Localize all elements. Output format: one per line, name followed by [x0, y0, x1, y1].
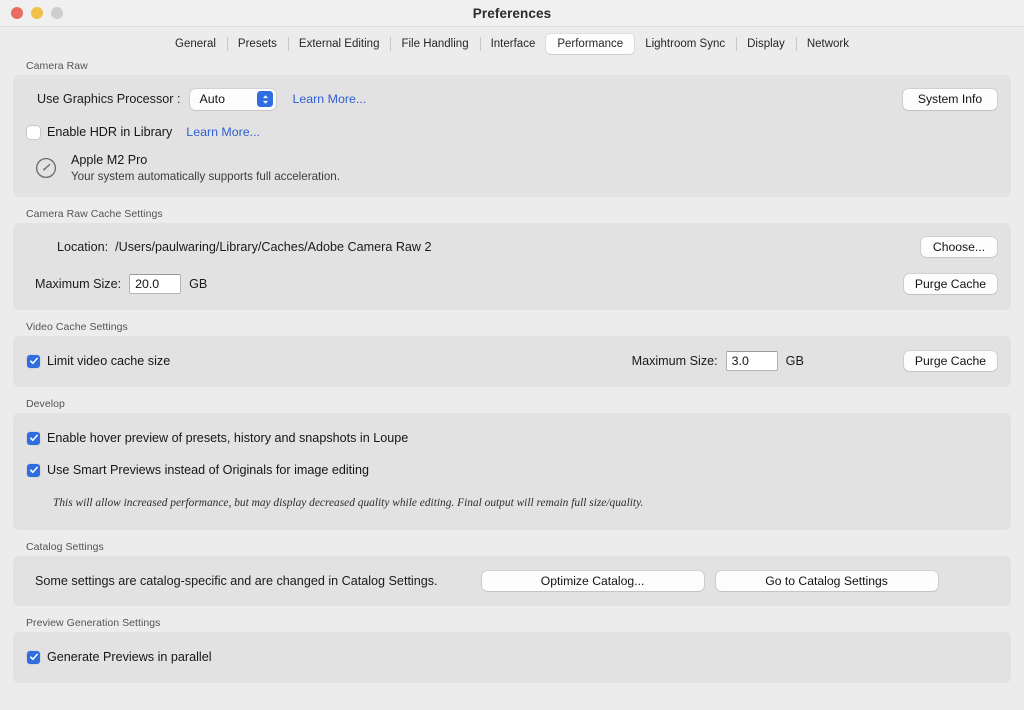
smart-previews-label: Use Smart Previews instead of Originals … — [47, 463, 369, 477]
catalog-settings-panel: Some settings are catalog-specific and a… — [13, 556, 1011, 606]
section-title-camera-raw-cache: Camera Raw Cache Settings — [13, 208, 1011, 223]
tab-interface[interactable]: Interface — [480, 34, 547, 54]
develop-panel: Enable hover preview of presets, history… — [13, 413, 1011, 530]
hdr-checkbox[interactable] — [27, 126, 40, 139]
graphics-processor-select[interactable]: Auto — [190, 89, 276, 110]
minimize-button[interactable] — [31, 7, 43, 19]
tab-bar: General Presets External Editing File Ha… — [164, 34, 860, 54]
smart-previews-checkbox[interactable] — [27, 464, 40, 477]
limit-video-cache-label: Limit video cache size — [47, 354, 170, 368]
generate-previews-parallel-checkbox[interactable] — [27, 651, 40, 664]
optimize-catalog-button[interactable]: Optimize Catalog... — [482, 571, 704, 591]
gpu-status-text: Your system automatically supports full … — [71, 170, 340, 183]
chevron-up-down-icon — [257, 91, 273, 107]
limit-video-cache-group[interactable]: Limit video cache size — [27, 354, 170, 368]
generate-previews-group[interactable]: Generate Previews in parallel — [27, 650, 212, 664]
window-title: Preferences — [0, 6, 1024, 21]
section-camera-raw-cache: Camera Raw Cache Settings Location: /Use… — [13, 208, 1011, 310]
video-cache-row: Limit video cache size Maximum Size: 3.0… — [27, 349, 997, 373]
catalog-settings-row: Some settings are catalog-specific and a… — [27, 569, 997, 593]
title-bar: Preferences — [0, 0, 1024, 27]
tab-lightroom-sync[interactable]: Lightroom Sync — [634, 34, 736, 54]
tab-bar-container: General Presets External Editing File Ha… — [0, 27, 1024, 60]
close-button[interactable] — [11, 7, 23, 19]
hdr-checkbox-label: Enable HDR in Library — [47, 125, 172, 139]
smart-previews-note-row: This will allow increased performance, b… — [27, 491, 997, 515]
video-cache-max-size-input[interactable]: 3.0 — [726, 351, 778, 371]
limit-video-cache-checkbox[interactable] — [27, 355, 40, 368]
purge-video-cache-button[interactable]: Purge Cache — [904, 351, 997, 371]
speedometer-icon — [33, 155, 59, 181]
cache-max-size-row: Maximum Size: 20.0 GB Purge Cache — [27, 272, 997, 296]
cache-location-value: /Users/paulwaring/Library/Caches/Adobe C… — [115, 240, 431, 254]
hover-preview-row: Enable hover preview of presets, history… — [27, 426, 997, 450]
tab-performance[interactable]: Performance — [546, 34, 634, 54]
camera-raw-cache-panel: Location: /Users/paulwaring/Library/Cach… — [13, 223, 1011, 310]
tab-external-editing[interactable]: External Editing — [288, 34, 391, 54]
preferences-content: Camera Raw Use Graphics Processor : Auto — [0, 60, 1024, 710]
hover-preview-group[interactable]: Enable hover preview of presets, history… — [27, 431, 408, 445]
graphics-processor-value: Auto — [199, 92, 249, 106]
section-develop: Develop Enable hover preview of presets,… — [13, 398, 1011, 530]
maximize-button[interactable] — [51, 7, 63, 19]
preferences-window: Preferences General Presets External Edi… — [0, 0, 1024, 710]
cache-max-size-unit: GB — [189, 277, 207, 291]
generate-previews-parallel-label: Generate Previews in parallel — [47, 650, 212, 664]
tab-general[interactable]: General — [164, 34, 227, 54]
video-cache-max-size-unit: GB — [786, 354, 804, 368]
catalog-settings-description: Some settings are catalog-specific and a… — [27, 574, 438, 588]
video-cache-panel: Limit video cache size Maximum Size: 3.0… — [13, 336, 1011, 387]
hover-preview-label: Enable hover preview of presets, history… — [47, 431, 408, 445]
cache-location-row: Location: /Users/paulwaring/Library/Cach… — [27, 235, 997, 259]
hdr-checkbox-group[interactable]: Enable HDR in Library — [27, 125, 172, 139]
section-title-preview-generation: Preview Generation Settings — [13, 617, 1011, 632]
section-camera-raw: Camera Raw Use Graphics Processor : Auto — [13, 60, 1011, 197]
smart-previews-group[interactable]: Use Smart Previews instead of Originals … — [27, 463, 369, 477]
tab-display[interactable]: Display — [736, 34, 796, 54]
hover-preview-checkbox[interactable] — [27, 432, 40, 445]
section-title-video-cache: Video Cache Settings — [13, 321, 1011, 336]
video-cache-max-size-label: Maximum Size: — [632, 354, 718, 368]
generate-previews-row: Generate Previews in parallel — [27, 645, 997, 669]
graphics-processor-label: Use Graphics Processor : — [27, 92, 180, 106]
hdr-row: Enable HDR in Library Learn More... — [27, 120, 997, 144]
traffic-light-group — [0, 7, 63, 19]
cache-location-group: Location: /Users/paulwaring/Library/Cach… — [27, 240, 432, 254]
hdr-learn-more-link[interactable]: Learn More... — [186, 125, 260, 139]
purge-camera-raw-cache-button[interactable]: Purge Cache — [904, 274, 997, 294]
preview-generation-panel: Generate Previews in parallel — [13, 632, 1011, 683]
section-title-develop: Develop — [13, 398, 1011, 413]
choose-cache-location-button[interactable]: Choose... — [921, 237, 997, 257]
system-info-button[interactable]: System Info — [903, 89, 997, 110]
gpu-text-block: Apple M2 Pro Your system automatically s… — [71, 153, 340, 183]
section-title-camera-raw: Camera Raw — [13, 60, 1011, 75]
section-catalog-settings: Catalog Settings Some settings are catal… — [13, 541, 1011, 606]
camera-raw-panel: Use Graphics Processor : Auto Learn More… — [13, 75, 1011, 197]
gpu-name: Apple M2 Pro — [71, 153, 340, 167]
graphics-processor-row: Use Graphics Processor : Auto Learn More… — [27, 87, 997, 111]
tab-network[interactable]: Network — [796, 34, 860, 54]
smart-previews-note: This will allow increased performance, b… — [53, 497, 643, 509]
goto-catalog-settings-button[interactable]: Go to Catalog Settings — [716, 571, 938, 591]
cache-max-size-label: Maximum Size: — [27, 277, 121, 291]
tab-file-handling[interactable]: File Handling — [390, 34, 479, 54]
section-video-cache: Video Cache Settings Limit video cache s… — [13, 321, 1011, 387]
section-title-catalog-settings: Catalog Settings — [13, 541, 1011, 556]
smart-previews-row: Use Smart Previews instead of Originals … — [27, 458, 997, 482]
cache-location-label: Location: — [57, 240, 108, 254]
cache-max-size-input[interactable]: 20.0 — [129, 274, 181, 294]
section-preview-generation: Preview Generation Settings Generate Pre… — [13, 617, 1011, 683]
tab-presets[interactable]: Presets — [227, 34, 288, 54]
gpu-info-block: Apple M2 Pro Your system automatically s… — [27, 153, 997, 183]
graphics-processor-learn-more-link[interactable]: Learn More... — [292, 92, 366, 106]
